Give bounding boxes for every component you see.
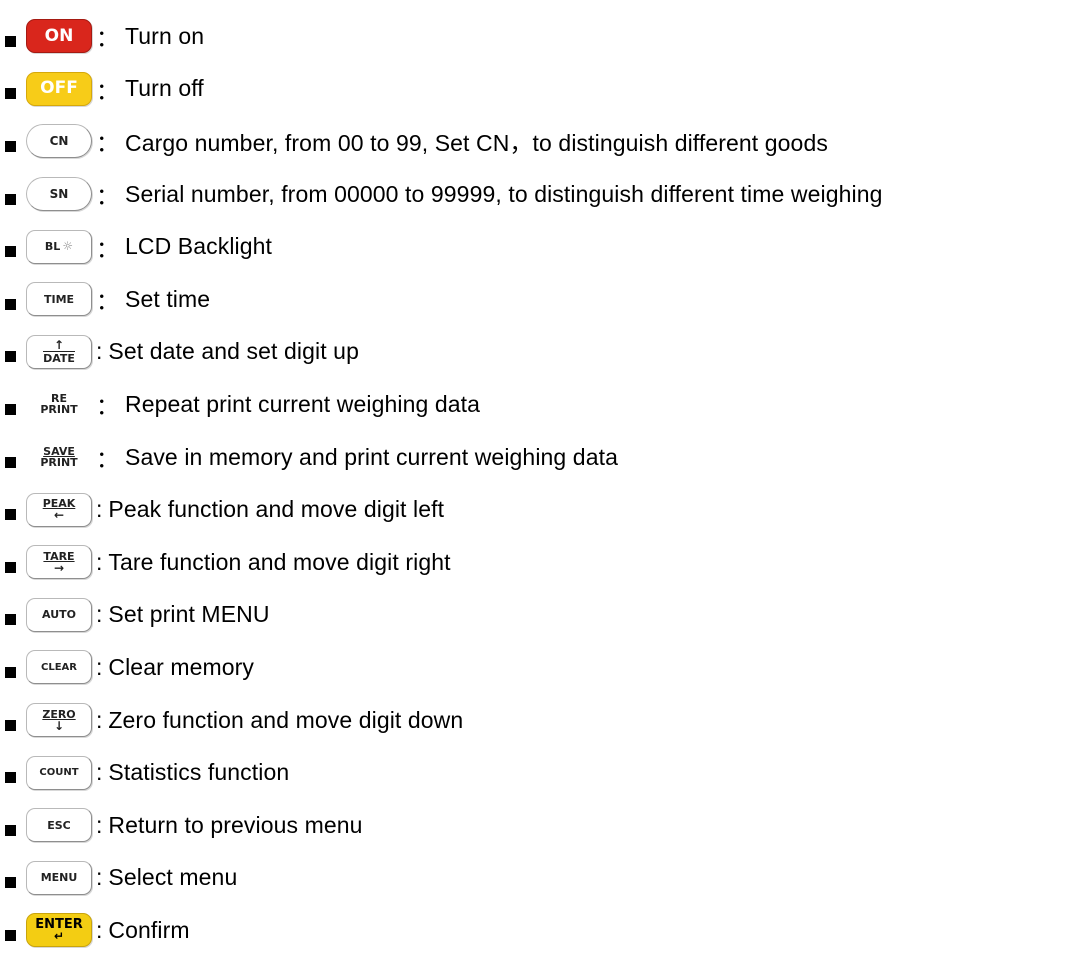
key-function-list: ON ： Turn on OFF ： Turn off CN ： Cargo n…: [0, 10, 1065, 957]
bullet-icon: [5, 403, 16, 415]
clear-key-icon: CLEAR: [26, 650, 92, 685]
list-item-date: ↑ DATE : Set date and set digit up: [0, 326, 1065, 379]
tare-key-icon: TARE →: [26, 545, 92, 580]
bullet-icon: [5, 561, 16, 573]
item-text: Clear memory: [108, 653, 255, 680]
list-item-menu: MENU : Select menu: [0, 852, 1065, 905]
list-item-on: ON ： Turn on: [0, 10, 1065, 63]
zero-key-icon: ZERO ↓: [26, 703, 92, 738]
item-text: Select menu: [108, 864, 238, 891]
item-text: Turn off: [125, 75, 204, 102]
item-text: Set time: [125, 285, 211, 312]
bullet-icon: [5, 929, 16, 941]
bullet-icon: [5, 456, 16, 468]
item-text: Return to previous menu: [108, 811, 363, 838]
enter-key-icon: ENTER ↵: [26, 913, 92, 948]
cn-key-icon: CN: [26, 124, 92, 159]
sun-icon: ☼: [62, 239, 74, 254]
date-key-icon: ↑ DATE: [26, 334, 92, 369]
bullet-icon: [5, 140, 16, 152]
bullet-icon: [5, 351, 16, 363]
bullet-icon: [5, 719, 16, 731]
bullet-icon: [5, 772, 16, 784]
list-item-cn: CN ： Cargo number, from 00 to 99, Set CN…: [0, 115, 1065, 168]
arrow-right-icon: →: [53, 560, 65, 575]
time-key-icon: TIME: [26, 282, 92, 317]
list-item-time: TIME ： Set time: [0, 273, 1065, 326]
sn-key-icon: SN: [26, 177, 92, 212]
menu-key-icon: MENU: [26, 860, 92, 895]
arrow-up-icon: ↑: [53, 338, 65, 353]
list-item-peak: PEAK ← : Peak function and move digit lef…: [0, 483, 1065, 536]
saveprint-key-icon: SAVE PRINT: [26, 440, 92, 475]
list-item-clear: CLEAR : Clear memory: [0, 641, 1065, 694]
item-text: Set date and set digit up: [108, 338, 359, 365]
off-key-icon: OFF: [26, 71, 92, 106]
list-item-tare: TARE → : Tare function and move digit rig…: [0, 536, 1065, 589]
reprint-key-icon: RE PRINT: [26, 387, 92, 422]
item-text: Set print MENU: [108, 601, 270, 628]
item-text: Tare function and move digit right: [108, 548, 451, 575]
item-text: Turn on: [125, 22, 205, 49]
item-text: Confirm: [108, 916, 190, 943]
peak-key-icon: PEAK ←: [26, 492, 92, 527]
list-item-sn: SN ： Serial number, from 00000 to 99999,…: [0, 168, 1065, 221]
list-item-count: COUNT : Statistics function: [0, 746, 1065, 799]
esc-key-icon: ESC: [26, 808, 92, 843]
bullet-icon: [5, 666, 16, 678]
backlight-key-icon: BL ☼: [26, 229, 92, 264]
list-item-enter: ENTER ↵ : Confirm: [0, 904, 1065, 957]
enter-arrow-icon: ↵: [53, 928, 65, 943]
on-key-icon: ON: [26, 19, 92, 54]
bullet-icon: [5, 509, 16, 521]
item-text: Repeat print current weighing data: [125, 390, 481, 417]
item-text: Serial number, from 00000 to 99999, to d…: [125, 180, 883, 207]
item-text: Zero function and move digit down: [108, 706, 464, 733]
list-item-reprint: RE PRINT ： Repeat print current weighing …: [0, 378, 1065, 431]
list-item-saveprint: SAVE PRINT ： Save in memory and print cur…: [0, 431, 1065, 484]
bullet-icon: [5, 88, 16, 100]
item-text: Peak function and move digit left: [108, 496, 445, 523]
auto-key-icon: AUTO: [26, 597, 92, 632]
item-text: Statistics function: [108, 759, 290, 786]
list-item-off: OFF ： Turn off: [0, 63, 1065, 116]
item-text: LCD Backlight: [125, 233, 273, 260]
count-key-icon: COUNT: [26, 755, 92, 790]
list-item-bl: BL ☼ ： LCD Backlight: [0, 220, 1065, 273]
bullet-icon: [5, 35, 16, 47]
list-item-auto: AUTO : Set print MENU: [0, 589, 1065, 642]
item-text: Cargo number, from 00 to 99, Set CN，to d…: [125, 130, 828, 157]
bullet-icon: [5, 614, 16, 626]
arrow-down-icon: ↓: [53, 718, 65, 733]
bullet-icon: [5, 246, 16, 258]
bullet-icon: [5, 298, 16, 310]
list-item-esc: ESC : Return to previous menu: [0, 799, 1065, 852]
item-text: Save in memory and print current weighin…: [125, 443, 618, 470]
bullet-icon: [5, 824, 16, 836]
bullet-icon: [5, 877, 16, 889]
bullet-icon: [5, 193, 16, 205]
arrow-left-icon: ←: [53, 508, 65, 523]
list-item-zero: ZERO ↓ : Zero function and move digit dow…: [0, 694, 1065, 747]
